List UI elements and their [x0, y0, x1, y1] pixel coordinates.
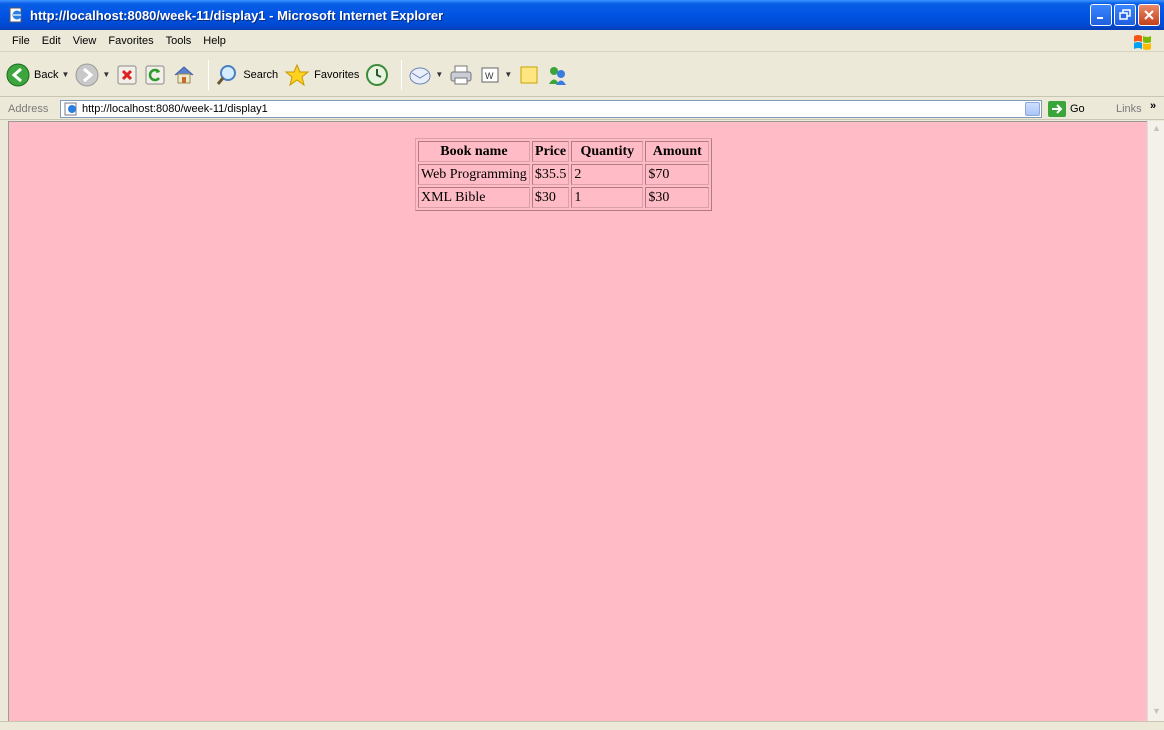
links-more-icon[interactable]: »: [1150, 100, 1156, 112]
address-dropdown-icon[interactable]: [1025, 102, 1040, 116]
address-input[interactable]: http://localhost:8080/week-11/display1: [60, 100, 1042, 118]
minimize-button[interactable]: [1090, 4, 1112, 26]
go-arrow-icon: [1048, 101, 1066, 117]
cell-price: $35.5: [531, 164, 570, 185]
refresh-button[interactable]: [144, 58, 166, 92]
mail-icon: [409, 67, 431, 84]
toolbar-separator: [401, 59, 403, 90]
search-label: Search: [243, 68, 279, 81]
favorites-button[interactable]: Favorites: [284, 58, 359, 92]
print-icon: [450, 65, 472, 84]
column-header-quantity: Quantity: [571, 141, 644, 162]
home-icon: [174, 65, 194, 83]
stop-button[interactable]: [116, 58, 138, 92]
status-bar: [0, 721, 1164, 730]
back-label: Back: [34, 68, 59, 81]
column-header-amount: Amount: [645, 141, 710, 162]
book-table: Book name Price Quantity Amount Web Prog…: [415, 138, 713, 211]
menu-help[interactable]: Help: [197, 35, 232, 47]
address-label: Address: [8, 102, 49, 115]
history-button[interactable]: [365, 58, 389, 92]
vertical-scrollbar[interactable]: ▲ ▼: [1147, 121, 1164, 721]
edit-button[interactable]: W ▼: [479, 58, 512, 92]
print-button[interactable]: [449, 58, 473, 92]
page-content: Book name Price Quantity Amount Web Prog…: [8, 121, 1147, 721]
scroll-up-icon[interactable]: ▲: [1150, 123, 1163, 136]
column-header-price: Price: [531, 141, 570, 162]
svg-text:W: W: [485, 71, 494, 81]
search-icon: [217, 64, 237, 85]
table-row: XML Bible $30 1 $30: [418, 187, 710, 208]
links-label[interactable]: Links: [1116, 103, 1142, 115]
ie-page-icon: [64, 102, 77, 116]
menu-tools[interactable]: Tools: [160, 35, 198, 47]
home-button[interactable]: [172, 58, 196, 92]
cell-quantity: 1: [571, 187, 644, 208]
title-bar[interactable]: http://localhost:8080/week-11/display1 -…: [0, 0, 1164, 30]
window-title: http://localhost:8080/week-11/display1 -…: [30, 7, 444, 23]
favorites-label: Favorites: [314, 68, 360, 81]
table-row: Web Programming $35.5 2 $70: [418, 164, 710, 185]
address-url: http://localhost:8080/week-11/display1: [82, 103, 268, 115]
windows-logo-icon: [1134, 35, 1151, 50]
cell-book-name: XML Bible: [418, 187, 530, 208]
scroll-down-icon[interactable]: ▼: [1150, 706, 1163, 719]
forward-dropdown-icon[interactable]: ▼: [102, 70, 110, 79]
favorites-star-icon: [284, 63, 310, 86]
go-button[interactable]: Go: [1048, 101, 1085, 117]
discuss-button[interactable]: [518, 58, 540, 92]
menu-bar: File Edit View Favorites Tools Help: [0, 30, 1164, 52]
back-arrow-icon: [6, 63, 30, 86]
cell-amount: $30: [645, 187, 710, 208]
refresh-icon: [145, 65, 165, 84]
edit-dropdown-icon[interactable]: ▼: [504, 70, 512, 79]
address-bar: Address http://localhost:8080/week-11/di…: [0, 98, 1164, 120]
back-button[interactable]: Back ▼: [6, 58, 69, 92]
forward-arrow-icon: [75, 63, 99, 86]
search-button[interactable]: Search: [215, 58, 278, 92]
ie-page-icon: [8, 7, 24, 23]
cell-book-name: Web Programming: [418, 164, 530, 185]
cell-quantity: 2: [571, 164, 644, 185]
history-icon: [366, 63, 389, 86]
mail-dropdown-icon[interactable]: ▼: [435, 70, 443, 79]
messenger-button[interactable]: [546, 58, 570, 92]
mail-button[interactable]: ▼: [408, 58, 443, 92]
toolbar: Back ▼ ▼ Search Favorites ▼ W ▼: [0, 53, 1164, 97]
table-header-row: Book name Price Quantity Amount: [418, 141, 710, 162]
menu-file[interactable]: File: [6, 35, 36, 47]
close-button[interactable]: [1138, 4, 1160, 26]
toolbar-separator: [208, 59, 210, 90]
edit-document-icon: W: [481, 67, 499, 82]
cell-price: $30: [531, 187, 570, 208]
forward-button[interactable]: ▼: [75, 58, 110, 92]
messenger-icon: [549, 66, 567, 85]
menu-favorites[interactable]: Favorites: [102, 35, 159, 47]
back-dropdown-icon[interactable]: ▼: [61, 70, 69, 79]
cell-amount: $70: [645, 164, 710, 185]
note-icon: [520, 66, 538, 83]
stop-icon: [117, 65, 137, 84]
go-label: Go: [1070, 103, 1085, 115]
restore-button[interactable]: [1114, 4, 1136, 26]
menu-edit[interactable]: Edit: [36, 35, 67, 47]
menu-view[interactable]: View: [67, 35, 103, 47]
column-header-book-name: Book name: [418, 141, 530, 162]
